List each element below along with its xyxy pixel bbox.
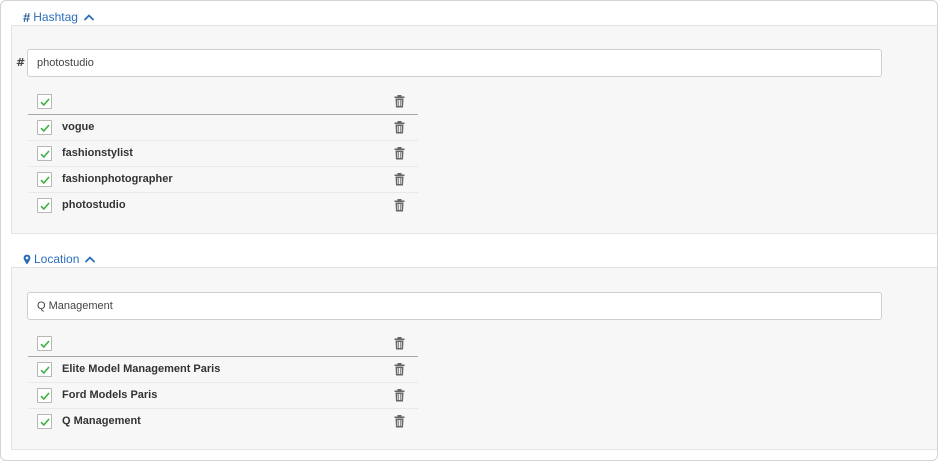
location-label: Ford Models Paris	[62, 389, 158, 401]
hashtag-row-checkbox[interactable]	[37, 172, 52, 187]
hashtag-row: photostudio	[28, 193, 418, 219]
hashtag-table-header	[28, 89, 418, 115]
hashtag-input-prefix: #	[16, 56, 26, 69]
hashtag-section-toggle[interactable]: # Hashtag	[23, 9, 94, 25]
hashtag-row-checkbox[interactable]	[37, 120, 52, 135]
hashtag-label: photostudio	[62, 199, 126, 211]
location-label: Elite Model Management Paris	[62, 363, 221, 375]
location-label: Q Management	[62, 415, 141, 427]
checkmark-icon	[40, 176, 50, 185]
checkmark-icon	[40, 392, 50, 401]
location-section-title: Location	[34, 252, 80, 266]
hashtag-row: fashionstylist	[28, 141, 418, 167]
hashtag-label: fashionstylist	[62, 147, 133, 159]
trash-icon[interactable]	[394, 173, 405, 186]
location-row-checkbox[interactable]	[37, 362, 52, 377]
hashtag-section-title: Hashtag	[33, 10, 78, 24]
location-table: Elite Model Management Paris Ford Models…	[28, 331, 418, 435]
filters-card: # Hashtag # vogue fashionstylist	[0, 0, 938, 461]
location-search-input[interactable]	[27, 292, 882, 320]
checkmark-icon	[40, 98, 50, 107]
hashtag-row: fashionphotographer	[28, 167, 418, 193]
hash-icon: #	[23, 9, 31, 25]
hashtag-row-checkbox[interactable]	[37, 198, 52, 213]
location-row-checkbox[interactable]	[37, 414, 52, 429]
hashtag-label: fashionphotographer	[62, 173, 173, 185]
location-row-checkbox[interactable]	[37, 388, 52, 403]
location-row: Ford Models Paris	[28, 383, 418, 409]
location-row: Elite Model Management Paris	[28, 357, 418, 383]
hashtag-row: vogue	[28, 115, 418, 141]
location-table-header	[28, 331, 418, 357]
trash-icon[interactable]	[394, 415, 405, 428]
hashtag-search-input[interactable]	[27, 49, 882, 77]
hashtag-table: vogue fashionstylist fashionphotographer…	[28, 89, 418, 219]
checkmark-icon	[40, 202, 50, 211]
delete-all-hashtags-icon[interactable]	[394, 95, 405, 108]
checkmark-icon	[40, 124, 50, 133]
select-all-hashtags-checkbox[interactable]	[37, 94, 52, 109]
checkmark-icon	[40, 418, 50, 427]
location-section-toggle[interactable]: Location	[23, 251, 96, 267]
trash-icon[interactable]	[394, 147, 405, 160]
delete-all-locations-icon[interactable]	[394, 337, 405, 350]
select-all-locations-checkbox[interactable]	[37, 336, 52, 351]
location-row: Q Management	[28, 409, 418, 435]
checkmark-icon	[40, 150, 50, 159]
hashtag-label: vogue	[62, 121, 95, 133]
trash-icon[interactable]	[394, 363, 405, 376]
map-marker-icon	[23, 254, 31, 264]
checkmark-icon	[40, 366, 50, 375]
trash-icon[interactable]	[394, 199, 405, 212]
chevron-up-icon	[85, 256, 96, 263]
checkmark-icon	[40, 340, 50, 349]
trash-icon[interactable]	[394, 121, 405, 134]
trash-icon[interactable]	[394, 389, 405, 402]
chevron-up-icon	[84, 14, 94, 21]
hashtag-row-checkbox[interactable]	[37, 146, 52, 161]
